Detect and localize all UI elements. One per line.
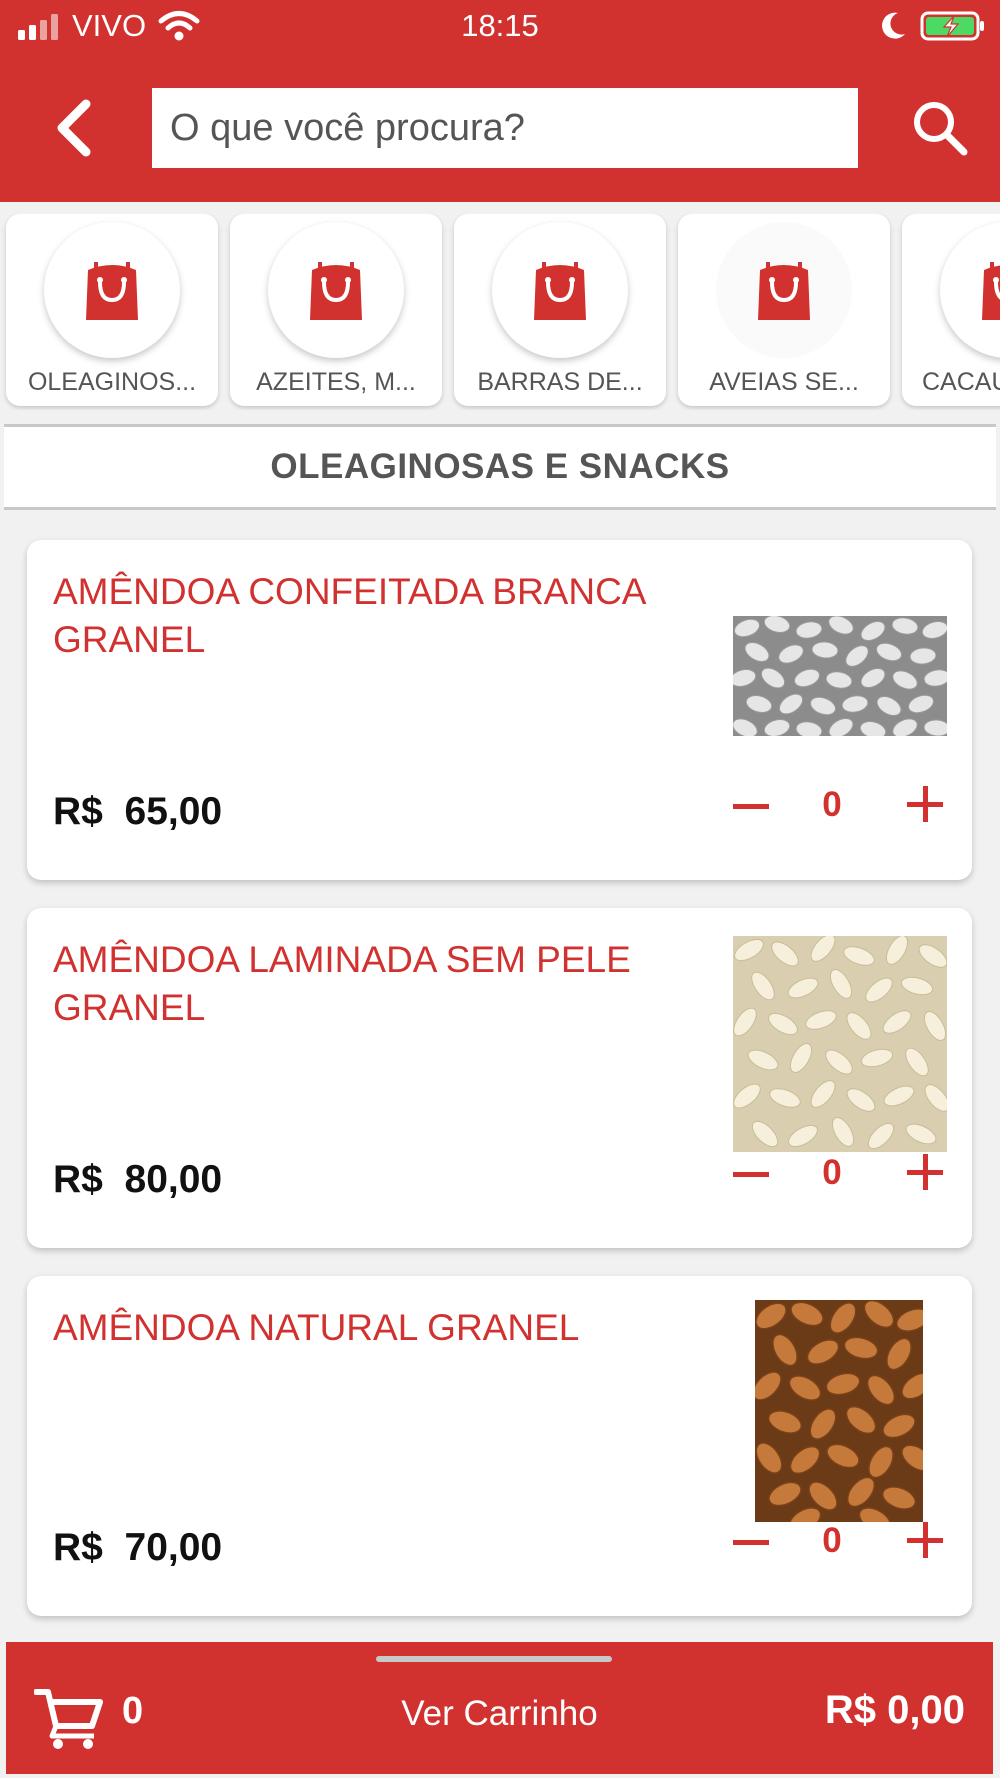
section-title: OLEAGINOSAS E SNACKS (270, 447, 730, 486)
search-input[interactable] (168, 105, 858, 151)
shopping-bag-icon (534, 262, 586, 320)
category-card[interactable]: OLEAGINOS... (6, 214, 218, 406)
product-price: R$ 70,00 (53, 1526, 222, 1570)
currency-symbol: R$ (53, 1526, 103, 1569)
app-header: VIVO 18:15 (0, 0, 1000, 202)
shopping-bag-icon (310, 262, 362, 320)
product-name: AMÊNDOA LAMINADA SEM PELE GRANEL (53, 939, 631, 1028)
product-price: R$ 65,00 (53, 790, 222, 834)
quantity-value: 0 (822, 785, 842, 824)
shopping-bag-icon (86, 262, 138, 320)
product-name: AMÊNDOA CONFEITADA BRANCA GRANEL (53, 571, 645, 660)
currency-symbol: R$ (53, 790, 103, 833)
product-image (755, 1300, 923, 1522)
category-card[interactable]: AVEIAS SE... (678, 214, 890, 406)
category-card[interactable]: CACAU (902, 214, 1000, 406)
battery-charging-icon (920, 11, 984, 41)
category-image (492, 222, 628, 358)
drag-handle[interactable] (376, 1656, 612, 1662)
increase-quantity-button[interactable] (903, 1518, 947, 1562)
category-label: CACAU (922, 368, 1000, 396)
status-bar: VIVO 18:15 (0, 0, 1000, 56)
product-name: AMÊNDOA NATURAL GRANEL (53, 1307, 580, 1348)
shopping-bag-icon (758, 262, 810, 320)
price-value: 70,00 (124, 1526, 223, 1569)
decrease-quantity-button[interactable] (729, 784, 773, 828)
do-not-disturb-icon (882, 12, 905, 39)
quantity-value: 0 (822, 1521, 842, 1560)
category-label: AVEIAS SE... (709, 368, 859, 396)
currency-symbol: R$ (53, 1158, 103, 1201)
category-card[interactable]: BARRAS DE... (454, 214, 666, 406)
category-image (44, 222, 180, 358)
price-value: 65,00 (124, 790, 223, 833)
cart-total: R$ 0,00 (824, 1688, 965, 1732)
product-price: R$ 80,00 (53, 1158, 222, 1202)
category-card[interactable]: AZEITES, M... (230, 214, 442, 406)
product-card[interactable]: AMÊNDOA CONFEITADA BRANCA GRANEL R$ 65,0… (27, 540, 972, 880)
product-card[interactable]: AMÊNDOA LAMINADA SEM PELE GRANEL R$ 80,0… (27, 908, 972, 1248)
category-label: OLEAGINOS... (27, 368, 197, 396)
quantity-value: 0 (822, 1153, 842, 1192)
increase-quantity-button[interactable] (903, 782, 947, 826)
category-label: BARRAS DE... (477, 368, 643, 396)
back-icon[interactable] (44, 90, 108, 166)
section-header: OLEAGINOSAS E SNACKS (4, 424, 996, 510)
decrease-quantity-button[interactable] (729, 1152, 773, 1196)
category-image (940, 222, 1000, 358)
product-image (733, 616, 947, 736)
increase-quantity-button[interactable] (903, 1150, 947, 1194)
category-image (268, 222, 404, 358)
category-label: AZEITES, M... (256, 368, 416, 396)
status-time: 18:15 (461, 8, 539, 43)
category-carousel[interactable]: OLEAGINOS... AZEITES, M... BARRAS DE... (0, 214, 1000, 410)
search-icon[interactable] (908, 96, 972, 160)
product-card[interactable]: AMÊNDOA NATURAL GRANEL R$ 70,00 0 (27, 1276, 972, 1616)
category-image (716, 222, 852, 358)
price-value: 80,00 (124, 1158, 223, 1201)
shopping-bag-icon (982, 262, 1000, 320)
decrease-quantity-button[interactable] (729, 1520, 773, 1564)
search-box[interactable] (152, 88, 858, 168)
product-image (733, 936, 947, 1152)
cart-bar[interactable]: 0 Ver Carrinho R$ 0,00 (6, 1642, 993, 1774)
